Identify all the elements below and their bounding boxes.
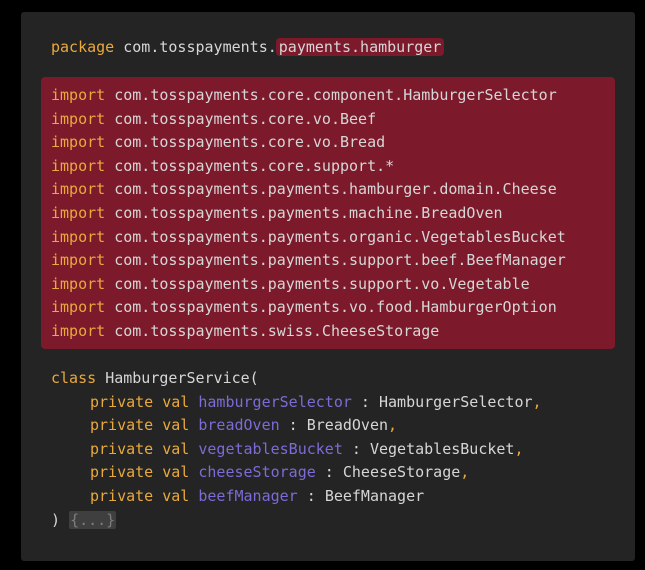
param-type: CheeseStorage xyxy=(342,463,461,482)
closing-line: ) {...} xyxy=(51,509,117,533)
param-type: HamburgerSelector xyxy=(379,392,533,411)
constructor-param: private val cheeseStorage : CheeseStorag… xyxy=(90,461,469,485)
package-name: com.tosspayments. xyxy=(123,38,277,56)
import-keyword: import xyxy=(51,156,106,175)
param-separator: : xyxy=(342,439,370,458)
param-name: breadOven xyxy=(198,416,280,435)
import-path: com.tosspayments.payments.hamburger.doma… xyxy=(114,180,557,199)
param-separator: : xyxy=(351,392,379,411)
param-modifier: private xyxy=(90,487,154,505)
param-val: val xyxy=(162,416,190,435)
import-keyword: import xyxy=(51,180,106,199)
import-line: import com.tosspayments.swiss.CheeseStor… xyxy=(51,320,439,344)
param-val: val xyxy=(162,463,190,482)
import-path: com.tosspayments.payments.organic.Vegeta… xyxy=(114,227,566,246)
folded-body-toggle[interactable]: {...} xyxy=(69,510,117,529)
class-declaration: class HamburgerService( xyxy=(51,367,259,391)
import-line: import com.tosspayments.payments.machine… xyxy=(51,202,503,226)
closing-paren: ) xyxy=(51,510,61,529)
param-modifier: private xyxy=(90,439,154,458)
param-separator: : xyxy=(279,416,307,435)
param-name: vegetablesBucket xyxy=(198,439,343,458)
param-comma: , xyxy=(532,392,542,411)
param-val: val xyxy=(162,392,190,411)
import-line: import com.tosspayments.core.component.H… xyxy=(51,84,557,108)
constructor-param: private val breadOven : BreadOven, xyxy=(90,414,397,438)
import-line: import com.tosspayments.core.vo.Beef xyxy=(51,108,376,132)
import-line: import com.tosspayments.payments.organic… xyxy=(51,226,566,250)
import-path: com.tosspayments.payments.machine.BreadO… xyxy=(114,204,503,222)
param-separator: : xyxy=(297,487,325,505)
import-keyword: import xyxy=(51,298,106,317)
param-comma: , xyxy=(460,463,470,482)
param-comma: , xyxy=(514,439,524,458)
class-keyword: class xyxy=(51,369,97,387)
package-highlight: payments.hamburger xyxy=(275,38,445,56)
code-editor: package com.tosspayments. payments.hambur… xyxy=(21,12,635,561)
import-path: com.tosspayments.core.support.* xyxy=(114,156,395,175)
import-line: import com.tosspayments.payments.support… xyxy=(51,273,530,297)
constructor-param: private val hamburgerSelector : Hamburge… xyxy=(90,391,542,415)
import-line: import com.tosspayments.payments.vo.food… xyxy=(51,296,557,320)
param-name: beefManager xyxy=(198,487,298,505)
import-path: com.tosspayments.payments.support.beef.B… xyxy=(114,251,566,270)
import-keyword: import xyxy=(51,109,106,128)
constructor-param: private val vegetablesBucket : Vegetable… xyxy=(90,438,524,462)
import-line: import com.tosspayments.core.support.* xyxy=(51,155,394,179)
import-path: com.tosspayments.swiss.CheeseStorage xyxy=(114,322,440,340)
package-line: package com.tosspayments. payments.hambur… xyxy=(51,36,445,60)
import-keyword: import xyxy=(51,133,106,152)
import-path: com.tosspayments.core.vo.Beef xyxy=(114,109,377,128)
param-type: BreadOven xyxy=(306,416,389,435)
import-path: com.tosspayments.core.component.Hamburge… xyxy=(114,86,557,104)
constructor-param: private val beefManager : BeefManager xyxy=(90,485,424,509)
class-name: HamburgerService( xyxy=(105,369,259,387)
param-val: val xyxy=(162,439,190,458)
param-modifier: private xyxy=(90,392,154,411)
param-val: val xyxy=(162,487,190,505)
import-keyword: import xyxy=(51,322,106,340)
import-path: com.tosspayments.payments.vo.food.Hambur… xyxy=(114,298,557,317)
import-keyword: import xyxy=(51,227,106,246)
import-path: com.tosspayments.core.vo.Bread xyxy=(114,133,386,152)
param-type: BeefManager xyxy=(324,487,425,505)
import-keyword: import xyxy=(51,274,106,293)
import-line: import com.tosspayments.payments.support… xyxy=(51,249,566,273)
param-separator: : xyxy=(315,463,343,482)
import-keyword: import xyxy=(51,204,106,222)
param-comma: , xyxy=(388,416,398,435)
import-keyword: import xyxy=(51,251,106,270)
import-path: com.tosspayments.payments.support.vo.Veg… xyxy=(114,274,530,293)
param-modifier: private xyxy=(90,463,154,482)
param-name: cheeseStorage xyxy=(198,463,316,482)
import-line: import com.tosspayments.payments.hamburg… xyxy=(51,178,557,202)
import-keyword: import xyxy=(51,86,106,104)
param-modifier: private xyxy=(90,416,154,435)
param-type: VegetablesBucket xyxy=(369,439,515,458)
param-name: hamburgerSelector xyxy=(198,392,352,411)
import-line: import com.tosspayments.core.vo.Bread xyxy=(51,131,385,155)
package-keyword: package xyxy=(51,38,115,56)
